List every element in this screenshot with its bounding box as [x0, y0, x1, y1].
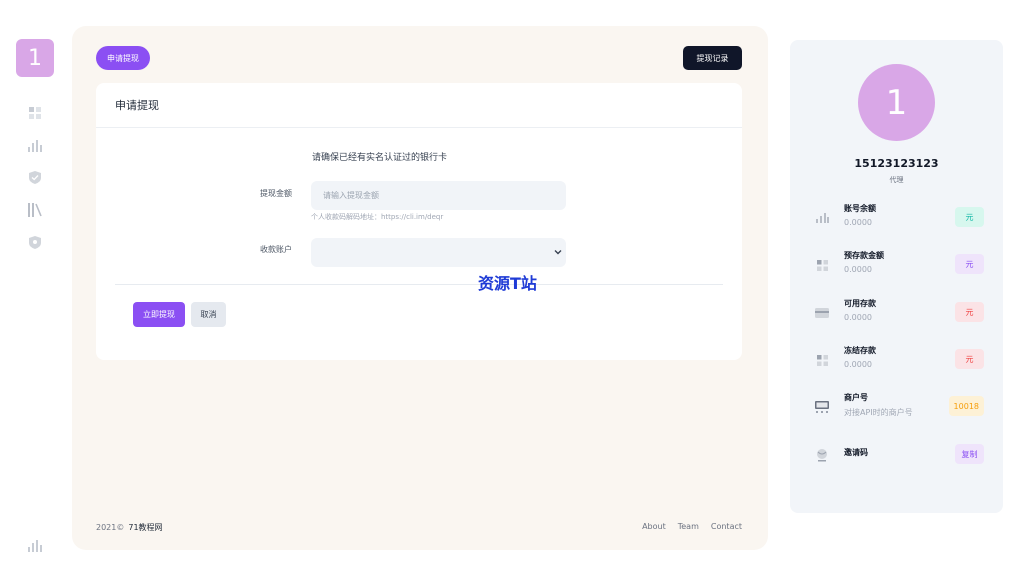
bar-chart-icon: [814, 210, 830, 226]
form-divider: [115, 284, 723, 285]
username: 15123123123: [854, 157, 939, 170]
stat-badge: 元: [955, 254, 984, 274]
footer-year: 2021©: [96, 523, 125, 532]
stat-label: 商户号: [844, 393, 868, 402]
amount-input[interactable]: 请输入提现金额: [311, 181, 566, 210]
avatar: 1: [858, 64, 935, 141]
stat-label: 邀请码: [844, 448, 868, 457]
bank-card-notice: 请确保已经有实名认证过的银行卡: [312, 153, 448, 163]
stat-label: 预存款金额: [844, 251, 884, 260]
grid-icon: [814, 352, 830, 368]
footer-link-contact[interactable]: Contact: [711, 522, 742, 531]
footer-copyright: 2021© 71教程网: [96, 522, 163, 533]
stat-invite-code: 邀请码 复制: [790, 438, 1003, 472]
card-icon: [814, 305, 830, 321]
watermark-text: 资源T站: [478, 274, 537, 293]
globe-icon: [814, 447, 830, 463]
footer-link-team[interactable]: Team: [678, 522, 699, 531]
copy-invite-button[interactable]: 复制: [955, 444, 984, 464]
library-icon[interactable]: [26, 201, 44, 219]
user-role: 代理: [889, 176, 904, 184]
apply-withdraw-tab[interactable]: 申请提现: [96, 46, 150, 70]
chevron-down-icon: [554, 248, 562, 256]
stat-value: 0.0000: [844, 360, 872, 369]
stat-account-balance: 账号余额 0.0000 元: [790, 201, 1003, 235]
qr-decode-hint: 个人收款码解码地址：https://cli.im/deqr: [311, 213, 444, 221]
amount-label: 提现金额: [260, 189, 292, 198]
footer-links: About Team Contact: [642, 522, 742, 531]
app-logo[interactable]: 1: [16, 39, 54, 77]
stat-label: 账号余额: [844, 204, 876, 213]
stat-label: 可用存款: [844, 299, 876, 308]
footer-link-about[interactable]: About: [642, 522, 666, 531]
grid-icon: [814, 257, 830, 273]
shield-check-icon[interactable]: [26, 168, 44, 186]
bar-chart-icon[interactable]: [26, 137, 44, 155]
stat-value: 0.0000: [844, 265, 872, 274]
form-title: 申请提现: [96, 83, 742, 128]
stat-badge: 10018: [948, 396, 984, 416]
stat-available-deposit: 可用存款 0.0000 元: [790, 296, 1003, 330]
account-select[interactable]: [311, 238, 566, 267]
bar-chart-icon[interactable]: [26, 537, 44, 555]
footer-brand[interactable]: 71教程网: [128, 523, 162, 532]
withdraw-records-button[interactable]: 提现记录: [683, 46, 742, 70]
profile-panel: 1 15123123123 代理 账号余额 0.0000 元 预存款金额 0.0…: [790, 40, 1003, 513]
main-panel: 申请提现 提现记录 申请提现 请确保已经有实名认证过的银行卡 提现金额 请输入提…: [72, 26, 768, 550]
shield-badge-icon[interactable]: [26, 233, 44, 251]
stat-badge: 元: [955, 302, 984, 322]
withdraw-form-card: 申请提现 请确保已经有实名认证过的银行卡 提现金额 请输入提现金额 个人收款码解…: [96, 83, 742, 360]
stat-badge: 元: [955, 207, 984, 227]
submit-withdraw-button[interactable]: 立即提现: [133, 302, 185, 327]
account-label: 收款账户: [260, 245, 292, 254]
stat-value: 对接API时的商户号: [844, 408, 913, 417]
stat-merchant-id: 商户号 对接API时的商户号 10018: [790, 390, 1003, 424]
terminal-icon: [814, 399, 830, 415]
stat-label: 冻结存款: [844, 346, 876, 355]
stat-prepaid-amount: 预存款金额 0.0000 元: [790, 248, 1003, 282]
sidebar-rail: 1: [0, 0, 70, 576]
stat-value: 0.0000: [844, 218, 872, 227]
grid-icon[interactable]: [26, 104, 44, 122]
cancel-button[interactable]: 取消: [191, 302, 226, 327]
stat-badge: 元: [955, 349, 984, 369]
stat-frozen-deposit: 冻结存款 0.0000 元: [790, 343, 1003, 377]
stat-value: 0.0000: [844, 313, 872, 322]
